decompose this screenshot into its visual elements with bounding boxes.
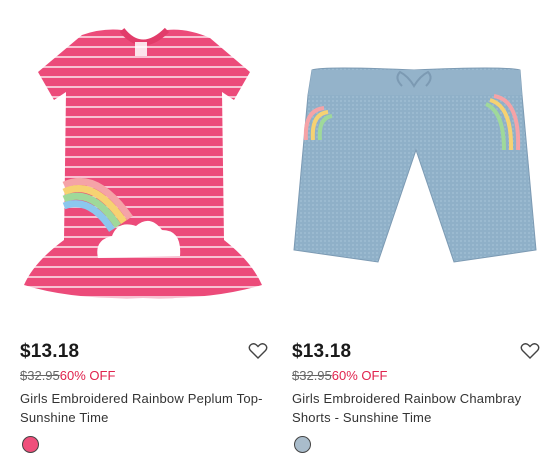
product-card[interactable]: $13.18 $32.9560% OFF Girls Embroidered R… <box>284 0 546 458</box>
product-price: $13.18 <box>292 341 352 362</box>
heart-outline-icon[interactable] <box>248 342 268 360</box>
color-swatch[interactable] <box>294 436 311 453</box>
color-swatch[interactable] <box>22 436 39 453</box>
original-price: $32.95 <box>20 368 60 383</box>
product-title[interactable]: Girls Embroidered Rainbow Chambray Short… <box>292 389 542 427</box>
product-title[interactable]: Girls Embroidered Rainbow Peplum Top- Su… <box>20 389 270 427</box>
product-price: $13.18 <box>20 341 80 362</box>
discount-label: 60% OFF <box>331 368 388 383</box>
product-image[interactable] <box>284 0 546 325</box>
product-image[interactable] <box>12 0 274 325</box>
discount-label: 60% OFF <box>59 368 116 383</box>
product-card[interactable]: $13.18 $32.9560% OFF Girls Embroidered R… <box>12 0 274 458</box>
sale-info: $32.9560% OFF <box>20 368 115 383</box>
heart-outline-icon[interactable] <box>520 342 540 360</box>
original-price: $32.95 <box>292 368 332 383</box>
sale-info: $32.9560% OFF <box>292 368 387 383</box>
